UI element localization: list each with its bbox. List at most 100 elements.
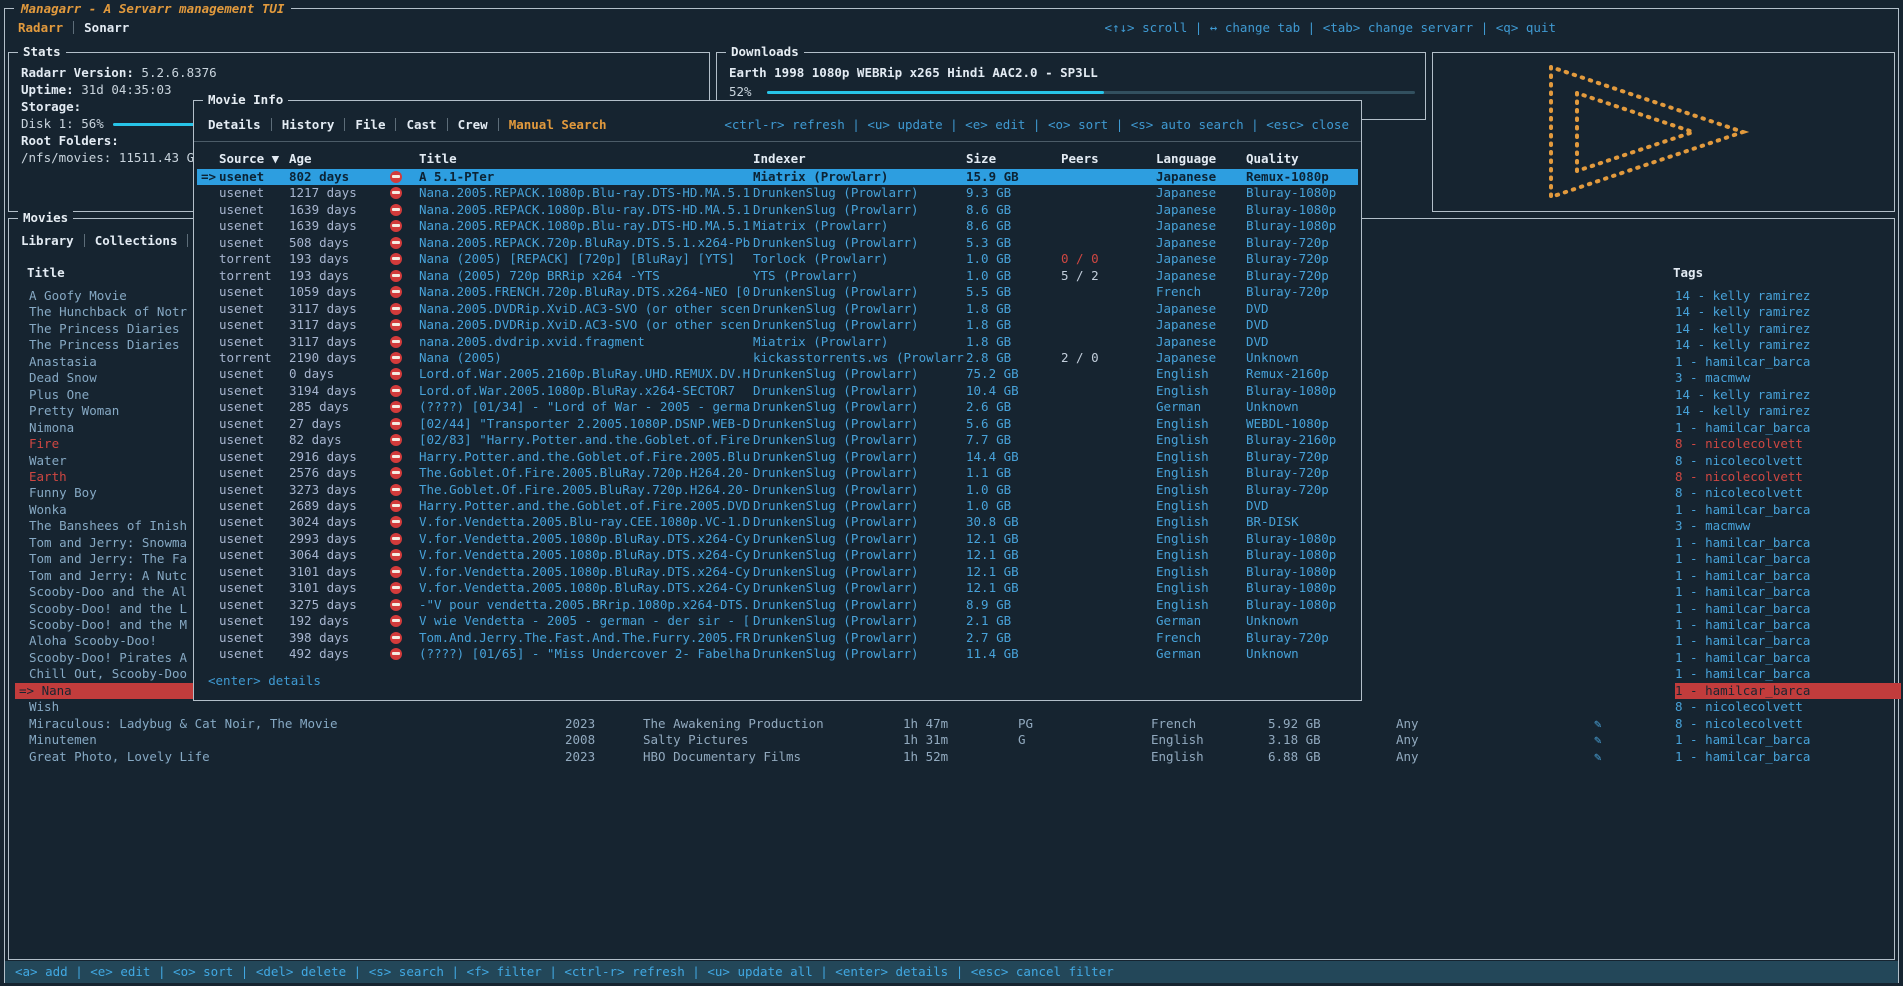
movie-tag: 1 - hamilcar_barca <box>1675 683 1901 699</box>
release-row[interactable]: usenet492 days(????) [01/65] - "Miss Und… <box>197 646 1358 662</box>
release-language: English <box>1156 580 1248 596</box>
release-language: English <box>1156 432 1248 448</box>
release-age: 2190 days <box>289 350 377 366</box>
release-source: usenet <box>219 531 285 547</box>
release-row[interactable]: usenet398 daysTom.And.Jerry.The.Fast.And… <box>197 630 1358 646</box>
release-row[interactable]: usenet285 days(????) [01/34] - "Lord of … <box>197 399 1358 415</box>
release-row[interactable]: usenet3117 daysnana.2005.dvdrip.xvid.fra… <box>197 334 1358 350</box>
movie-tag: 8 - nicolecolvett <box>1675 469 1901 485</box>
release-age: 3101 days <box>289 564 377 580</box>
release-header-source[interactable]: Source ▼ <box>219 151 279 167</box>
movie-row[interactable]: Minutemen2008Salty Pictures1h 31mGEnglis… <box>11 732 1892 748</box>
release-indexer: Miatrix (Prowlarr) <box>753 169 966 185</box>
release-source: usenet <box>219 218 285 234</box>
release-language: English <box>1156 514 1248 530</box>
release-row[interactable]: usenet0 daysLord.of.War.2005.2160p.BluRa… <box>197 366 1358 382</box>
release-header-age[interactable]: Age <box>289 151 312 167</box>
movie-row[interactable]: Wish8 - nicolecolvett <box>11 699 1892 715</box>
movie-row[interactable]: Miraculous: Ladybug & Cat Noir, The Movi… <box>11 716 1892 732</box>
row-selection-marker <box>201 597 221 613</box>
release-source: usenet <box>219 613 285 629</box>
release-language: English <box>1156 498 1248 514</box>
release-title: A 5.1-PTer <box>419 169 755 185</box>
movie-tag: 8 - nicolecolvett <box>1675 485 1901 501</box>
stats-panel-title: Stats <box>18 44 66 59</box>
release-quality: Bluray-1080p <box>1246 597 1361 613</box>
release-peers <box>1061 383 1153 399</box>
tab-history[interactable]: History <box>282 117 335 132</box>
movie-row[interactable]: Great Photo, Lovely Life2023HBO Document… <box>11 749 1892 765</box>
release-header-quality[interactable]: Quality <box>1246 151 1299 167</box>
movie-profile <box>1396 683 1516 699</box>
release-row[interactable]: usenet3273 daysThe.Goblet.Of.Fire.2005.B… <box>197 482 1358 498</box>
release-row[interactable]: usenet3117 daysNana.2005.DVDRip.XviD.AC3… <box>197 317 1358 333</box>
release-header-size[interactable]: Size <box>966 151 996 167</box>
release-row[interactable]: usenet3101 daysV.for.Vendetta.2005.1080p… <box>197 564 1358 580</box>
movie-tag: 14 - kelly ramirez <box>1675 403 1901 419</box>
release-age: 1639 days <box>289 202 377 218</box>
release-row[interactable]: usenet3275 days-"V pour vendetta.2005.BR… <box>197 597 1358 613</box>
release-row[interactable]: usenet3117 daysNana.2005.DVDRip.XviD.AC3… <box>197 301 1358 317</box>
release-title: Nana.2005.DVDRip.XviD.AC3-SVO (or other … <box>419 317 755 333</box>
no-entry-icon <box>390 566 402 578</box>
release-row[interactable]: usenet2916 daysHarry.Potter.and.the.Gobl… <box>197 449 1358 465</box>
release-row[interactable]: usenet1059 daysNana.2005.FRENCH.720p.Blu… <box>197 284 1358 300</box>
release-title: (????) [01/65] - "Miss Undercover 2- Fab… <box>419 646 755 662</box>
release-age: 3117 days <box>289 334 377 350</box>
release-row[interactable]: torrent193 daysNana (2005) 720p BRRip x2… <box>197 268 1358 284</box>
release-peers <box>1061 169 1153 185</box>
tab-library[interactable]: Library <box>21 233 74 248</box>
movie-profile <box>1396 387 1516 403</box>
release-source: usenet <box>219 514 285 530</box>
uptime-value: 31d 04:35:03 <box>81 82 171 97</box>
movie-tag: 1 - hamilcar_barca <box>1675 551 1901 567</box>
movie-profile <box>1396 535 1516 551</box>
row-selection-marker <box>201 630 221 646</box>
movie-profile <box>1396 304 1516 320</box>
tab-collections[interactable]: Collections <box>95 233 178 248</box>
tab-sonarr[interactable]: Sonarr <box>84 20 129 35</box>
movie-profile <box>1396 403 1516 419</box>
release-row[interactable]: usenet3064 daysV.for.Vendetta.2005.1080p… <box>197 547 1358 563</box>
release-header-indexer[interactable]: Indexer <box>753 151 806 167</box>
release-row[interactable]: torrent2190 daysNana (2005)kickasstorren… <box>197 350 1358 366</box>
release-row[interactable]: usenet192 daysV wie Vendetta - 2005 - ge… <box>197 613 1358 629</box>
release-language: Japanese <box>1156 350 1248 366</box>
release-row[interactable]: =>usenet802 daysA 5.1-PTerMiatrix (Prowl… <box>197 169 1358 185</box>
release-title: V.for.Vendetta.2005.1080p.BluRay.DTS.x26… <box>419 531 755 547</box>
footer-help-bar: <a> add | <e> edit | <o> sort | <del> de… <box>5 961 1898 983</box>
release-row[interactable]: torrent193 daysNana (2005) [REPACK] [720… <box>197 251 1358 267</box>
release-row[interactable]: usenet2576 daysThe.Goblet.Of.Fire.2005.B… <box>197 465 1358 481</box>
release-header-title[interactable]: Title <box>419 151 457 167</box>
release-row[interactable]: usenet27 days[02/44] "Transporter 2.2005… <box>197 416 1358 432</box>
movie-title: Great Photo, Lovely Life <box>15 749 247 765</box>
tab-cast[interactable]: Cast <box>406 117 436 132</box>
release-row[interactable]: usenet2993 daysV.for.Vendetta.2005.1080p… <box>197 531 1358 547</box>
row-selection-marker <box>201 383 221 399</box>
release-indexer: DrunkenSlug (Prowlarr) <box>753 366 966 382</box>
tab-manual-search[interactable]: Manual Search <box>509 117 607 132</box>
tab-details[interactable]: Details <box>208 117 261 132</box>
release-row[interactable]: usenet3024 daysV.for.Vendetta.2005.Blu-r… <box>197 514 1358 530</box>
release-row[interactable]: usenet1217 daysNana.2005.REPACK.1080p.Bl… <box>197 185 1358 201</box>
tab-crew[interactable]: Crew <box>458 117 488 132</box>
release-row[interactable]: usenet2689 daysHarry.Potter.and.the.Gobl… <box>197 498 1358 514</box>
movie-profile <box>1396 601 1516 617</box>
release-row[interactable]: usenet1639 daysNana.2005.REPACK.1080p.Bl… <box>197 202 1358 218</box>
rejected-icon-cell <box>374 432 418 448</box>
release-header-peers[interactable]: Peers <box>1061 151 1099 167</box>
movie-profile <box>1396 354 1516 370</box>
release-row[interactable]: usenet3194 daysLord.of.War.2005.1080p.Bl… <box>197 383 1358 399</box>
release-row[interactable]: usenet1639 daysNana.2005.REPACK.1080p.Bl… <box>197 218 1358 234</box>
release-row[interactable]: usenet3101 daysV.for.Vendetta.2005.1080p… <box>197 580 1358 596</box>
movie-tag: 8 - nicolecolvett <box>1675 453 1901 469</box>
tab-radarr[interactable]: Radarr <box>18 20 63 35</box>
release-language: English <box>1156 449 1248 465</box>
release-age: 192 days <box>289 613 377 629</box>
release-row[interactable]: usenet82 days[02/83] "Harry.Potter.and.t… <box>197 432 1358 448</box>
tab-file[interactable]: File <box>355 117 385 132</box>
release-header-language[interactable]: Language <box>1156 151 1216 167</box>
movie-studio <box>643 699 905 715</box>
release-age: 3275 days <box>289 597 377 613</box>
release-row[interactable]: usenet508 daysNana.2005.REPACK.720p.BluR… <box>197 235 1358 251</box>
